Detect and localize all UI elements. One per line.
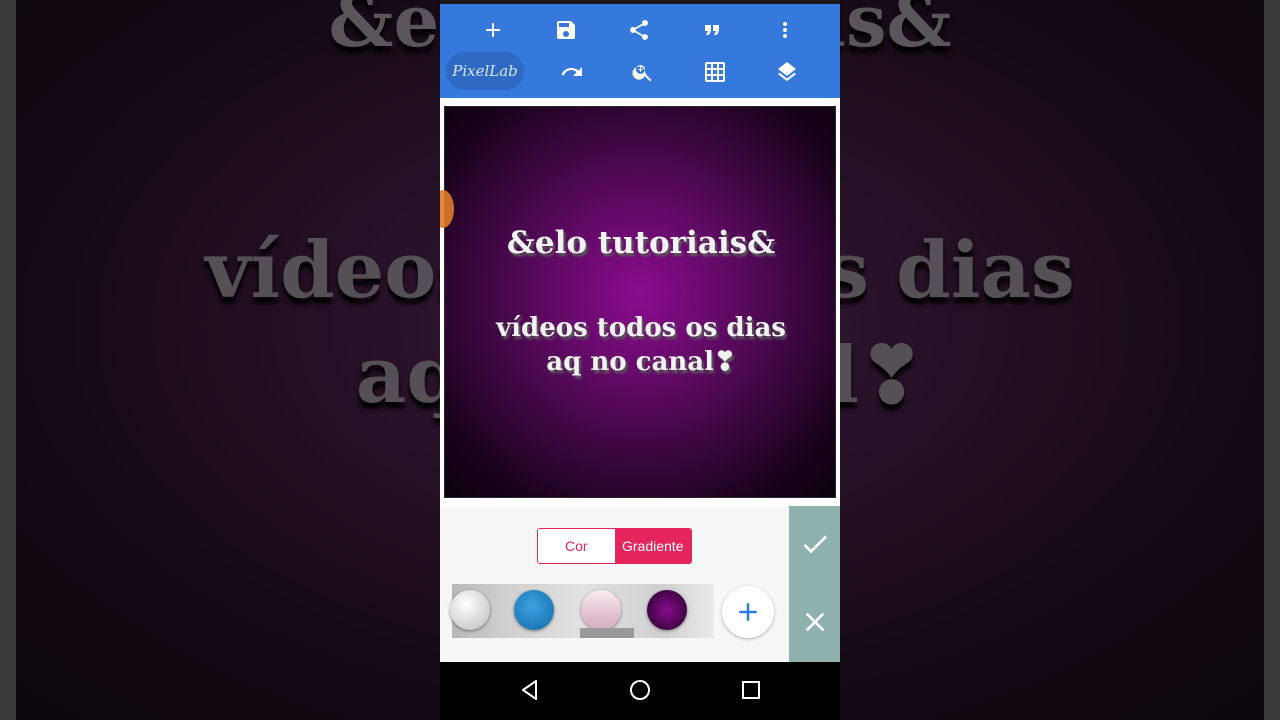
gradient-swatch[interactable] xyxy=(647,590,687,630)
recents-icon xyxy=(742,681,760,699)
canvas-text-line1[interactable]: vídeos todos os dias xyxy=(445,313,837,343)
layers-icon xyxy=(778,62,796,82)
share-icon xyxy=(630,20,648,40)
gradient-swatch[interactable] xyxy=(581,590,621,630)
home-button[interactable] xyxy=(618,670,662,710)
save-icon xyxy=(557,21,575,39)
check-icon xyxy=(803,535,827,554)
layers-button[interactable] xyxy=(765,54,809,90)
quote-icon xyxy=(705,25,719,35)
canvas-title-text[interactable]: &elo tutoriais& xyxy=(445,225,837,261)
grid-button[interactable] xyxy=(693,54,737,90)
share-button[interactable] xyxy=(617,12,661,48)
canvas-text-line2[interactable]: aq no canal❣ xyxy=(445,347,837,377)
add-icon xyxy=(486,23,500,37)
grid-icon xyxy=(705,62,725,82)
zoom-in-icon xyxy=(632,65,652,82)
gradient-swatch[interactable] xyxy=(514,590,554,630)
recents-button[interactable] xyxy=(729,670,773,710)
add-button[interactable] xyxy=(471,12,515,48)
gradient-swatch[interactable] xyxy=(450,590,490,630)
back-icon xyxy=(522,680,537,700)
phone-screen: PixelLab &elo tutoriais& vídeos todos os… xyxy=(440,0,840,720)
more-options-button[interactable] xyxy=(763,12,807,48)
confirm-bar xyxy=(789,506,840,662)
canvas-area: &elo tutoriais& vídeos todos os dias aq … xyxy=(440,98,840,506)
top-toolbar: PixelLab xyxy=(440,4,840,98)
add-gradient-button[interactable] xyxy=(722,586,774,638)
save-button[interactable] xyxy=(544,12,588,48)
add-icon xyxy=(739,603,757,621)
tab-gradiente[interactable]: Gradiente xyxy=(614,529,691,563)
color-panel: Cor Gradiente xyxy=(440,506,789,662)
home-icon xyxy=(630,680,650,700)
undo-icon xyxy=(561,67,582,76)
cancel-button[interactable] xyxy=(789,592,840,652)
pixellab-logo[interactable]: PixelLab xyxy=(446,52,524,90)
confirm-button[interactable] xyxy=(789,514,840,574)
quote-button[interactable] xyxy=(690,12,734,48)
color-mode-toggle: Cor Gradiente xyxy=(537,528,692,564)
back-button[interactable] xyxy=(508,670,552,710)
close-icon xyxy=(805,612,824,632)
selected-swatch-indicator xyxy=(580,628,634,638)
more-vert-icon xyxy=(783,22,787,38)
undo-button[interactable] xyxy=(550,54,594,90)
system-nav-bar xyxy=(440,662,840,720)
design-canvas[interactable]: &elo tutoriais& vídeos todos os dias aq … xyxy=(444,106,836,498)
gradient-swatch-list xyxy=(450,584,714,638)
zoom-button[interactable] xyxy=(621,54,665,90)
tab-cor[interactable]: Cor xyxy=(538,529,615,563)
